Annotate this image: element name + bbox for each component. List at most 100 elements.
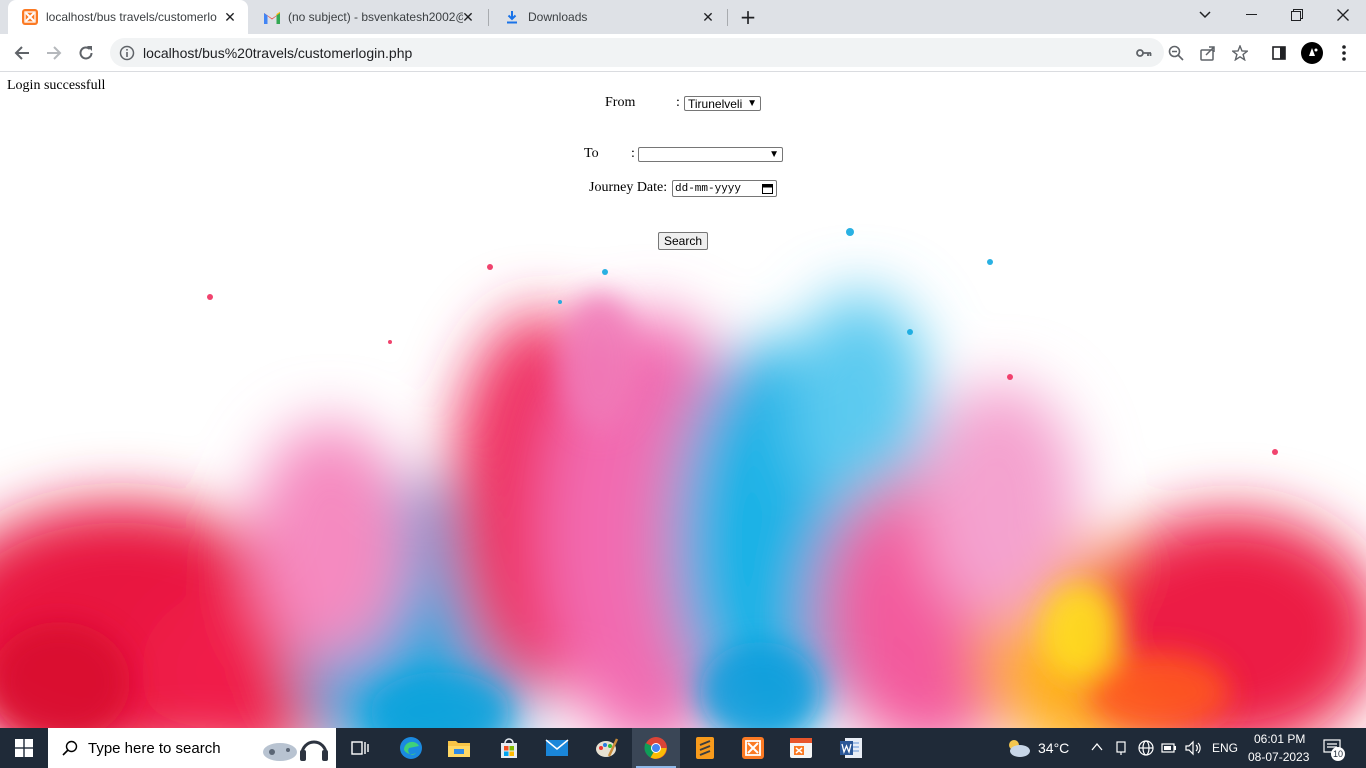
task-view-icon <box>351 741 369 755</box>
volume-icon[interactable] <box>1185 740 1203 756</box>
address-bar[interactable]: localhost/bus%20travels/customerlogin.ph… <box>110 38 1248 67</box>
url-text: localhost/bus%20travels/customerlogin.ph… <box>143 45 413 61</box>
bookmark-star-icon[interactable] <box>1231 45 1249 61</box>
usb-device-icon[interactable] <box>1114 740 1128 756</box>
to-label: To <box>584 146 599 161</box>
taskbar-search-box[interactable]: Type here to search <box>48 728 336 768</box>
folder-icon <box>448 741 470 757</box>
mail-icon <box>545 739 569 756</box>
xampp-control-icon <box>790 738 812 758</box>
tab-search-button[interactable] <box>1182 0 1228 30</box>
chevron-down-icon <box>1199 11 1211 19</box>
clock-date[interactable]: 08-07-2023 <box>1248 750 1309 764</box>
tab-downloads[interactable]: Downloads ✕ <box>490 0 726 34</box>
tab-title: Downloads <box>528 10 588 24</box>
side-panel-button[interactable] <box>1267 41 1291 65</box>
arrow-left-icon <box>14 46 29 60</box>
restore-button[interactable] <box>1274 0 1320 30</box>
from-select-value: Tirunelveli <box>688 96 743 111</box>
download-icon <box>504 9 520 25</box>
network-globe-icon[interactable] <box>1138 740 1154 756</box>
chevron-down-icon: ▼ <box>769 149 779 160</box>
notification-badge: 10 <box>1331 747 1345 761</box>
reload-button[interactable] <box>73 40 99 66</box>
taskbar-xampp-control[interactable] <box>778 728 824 768</box>
search-placeholder: Type here to search <box>88 739 221 757</box>
from-colon: : <box>676 95 680 110</box>
task-view-button[interactable] <box>338 728 382 768</box>
reload-icon <box>79 46 93 60</box>
weather-icon[interactable] <box>1005 737 1031 759</box>
taskbar-sublime[interactable] <box>682 728 728 768</box>
new-tab-button[interactable]: + <box>736 5 760 29</box>
chevron-up-icon[interactable] <box>1091 742 1103 752</box>
share-icon[interactable] <box>1199 45 1217 61</box>
taskbar-chrome[interactable] <box>632 728 680 768</box>
chevron-down-icon: ▼ <box>747 98 757 109</box>
info-icon[interactable] <box>119 45 135 65</box>
more-vertical-icon <box>1342 45 1346 61</box>
paint-icon <box>596 738 619 757</box>
taskbar-word[interactable] <box>828 728 874 768</box>
key-icon[interactable] <box>1135 45 1153 61</box>
tab-strip: localhost/bus travels/customerlo ✕ (no s… <box>0 0 1366 34</box>
close-icon[interactable]: ✕ <box>222 9 238 25</box>
search-icon <box>62 740 78 756</box>
calendar-icon[interactable] <box>762 183 773 194</box>
tab-gmail[interactable]: (no subject) - bsvenkatesh2002@ ✕ <box>250 0 486 34</box>
avatar <box>1301 42 1323 64</box>
minimize-button[interactable] <box>1228 0 1274 30</box>
xampp-icon <box>742 737 764 759</box>
taskbar-edge[interactable] <box>388 728 434 768</box>
taskbar-store[interactable] <box>486 728 532 768</box>
gmail-icon <box>264 9 280 25</box>
xampp-icon <box>22 9 38 25</box>
to-colon: : <box>631 146 635 161</box>
close-window-button[interactable] <box>1320 0 1366 30</box>
edge-icon <box>400 737 422 759</box>
forward-button[interactable] <box>41 40 67 66</box>
restore-icon <box>1291 9 1303 21</box>
back-button[interactable] <box>9 40 35 66</box>
profile-button[interactable] <box>1300 41 1324 65</box>
taskbar-xampp[interactable] <box>730 728 776 768</box>
from-label: From <box>605 95 636 110</box>
tab-bus-travels[interactable]: localhost/bus travels/customerlo ✕ <box>8 0 248 34</box>
page-content: Login successfull From : Tirunelveli ▼ T… <box>0 72 1366 728</box>
close-icon[interactable]: ✕ <box>700 9 716 25</box>
tab-separator <box>727 9 728 26</box>
start-button[interactable] <box>0 728 48 768</box>
notification-center-button[interactable]: 10 <box>1323 739 1345 761</box>
tab-title: localhost/bus travels/customerlo <box>46 10 217 24</box>
from-select[interactable]: Tirunelveli ▼ <box>684 96 761 111</box>
sublime-icon <box>696 737 714 759</box>
tab-title: (no subject) - bsvenkatesh2002@ <box>288 10 463 24</box>
browser-toolbar: localhost/bus%20travels/customerlogin.ph… <box>0 34 1366 72</box>
word-icon <box>840 738 862 758</box>
journey-date-label: Journey Date: <box>589 180 668 195</box>
language-indicator[interactable]: ENG <box>1212 741 1238 755</box>
taskbar-paint[interactable] <box>584 728 630 768</box>
windows-icon <box>15 739 33 757</box>
minimize-icon <box>1245 14 1257 15</box>
clock-time[interactable]: 06:01 PM <box>1254 732 1305 746</box>
search-button[interactable]: Search <box>658 232 708 250</box>
menu-button[interactable] <box>1332 41 1356 65</box>
gamepad-headset-icon <box>263 740 328 761</box>
close-icon <box>1337 9 1349 21</box>
taskbar-mail[interactable] <box>534 728 580 768</box>
weather-temperature[interactable]: 34°C <box>1038 740 1069 756</box>
chrome-icon <box>644 737 667 759</box>
tab-separator <box>488 9 489 26</box>
login-status-message: Login successfull <box>7 78 106 93</box>
zoom-icon[interactable] <box>1167 45 1185 61</box>
side-panel-icon <box>1272 46 1286 60</box>
store-icon <box>501 738 517 758</box>
windows-taskbar: Type here to search 34°C ENG 06:01 PM 08… <box>0 728 1366 768</box>
close-icon[interactable]: ✕ <box>460 9 476 25</box>
plus-icon: + <box>739 5 757 29</box>
battery-icon[interactable] <box>1161 740 1177 756</box>
taskbar-file-explorer[interactable] <box>436 728 482 768</box>
to-select[interactable]: ▼ <box>638 147 783 162</box>
journey-date-input[interactable]: dd-mm-yyyy <box>672 180 777 197</box>
